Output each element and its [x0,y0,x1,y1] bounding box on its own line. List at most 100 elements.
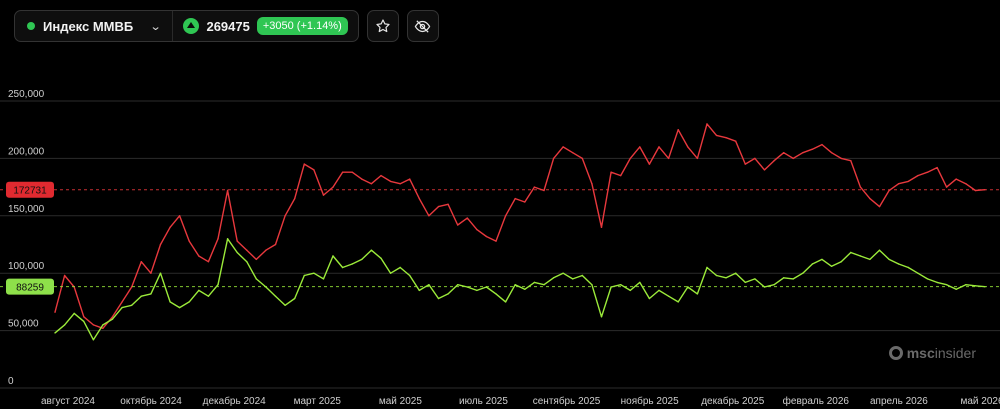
y-tick-label: 200,000 [8,146,45,157]
data-point [351,263,353,265]
series-line[interactable] [54,238,986,341]
x-tick-label: май 2026 [960,396,1000,407]
data-point [514,284,516,286]
data-point [389,272,392,274]
data-point [457,224,459,226]
msc-logo-icon [888,346,903,360]
y-tick-label: 100,000 [8,261,45,272]
data-point [437,205,440,208]
data-point [965,183,967,185]
last-value-label: 172731 [13,186,47,197]
data-point [965,284,967,286]
data-point [207,295,210,297]
data-point [696,293,699,295]
data-point [447,203,449,205]
data-point [169,301,171,303]
data-point [648,163,651,165]
data-point [274,295,277,297]
data-point [687,286,689,288]
data-point [735,140,737,142]
data-point [198,289,200,292]
data-point [984,189,986,191]
data-point [658,146,660,148]
data-point [303,274,305,277]
data-point [217,284,219,286]
series-line[interactable] [54,123,986,329]
data-point [763,286,766,288]
data-point [409,274,411,277]
data-point [715,134,718,137]
data-point [389,180,392,183]
data-point [735,272,737,274]
x-tick-label: август 2024 [41,396,95,407]
x-tick-label: сентябрь 2025 [533,395,601,407]
data-point [754,157,756,160]
data-point [926,278,929,280]
data-point [572,152,574,154]
data-point [303,163,305,165]
data-point [878,249,881,251]
data-point [840,261,842,263]
data-point [169,226,171,228]
data-point [706,123,708,125]
price-chart[interactable]: 0 50,000 100,000 150,000 200,000 250,000 авгус… [0,0,1000,409]
data-point [255,278,257,280]
data-point [783,152,785,154]
data-point [658,289,660,292]
data-point [313,169,315,171]
data-point [783,277,785,279]
data-point [159,272,162,274]
brand-prefix: msc [906,345,935,361]
data-point [572,278,574,280]
data-point [226,189,229,192]
x-tick-label: декабрь 2025 [701,395,765,407]
data-point [341,171,344,173]
data-point [284,304,286,306]
data-point [207,261,210,263]
data-point [150,272,152,274]
data-point [140,295,142,297]
data-point [620,284,622,286]
data-point [399,266,401,269]
data-point [121,301,123,303]
x-tick-label: апрель 2026 [870,396,928,407]
data-point [677,301,679,303]
data-point [504,215,507,217]
data-point [447,293,449,295]
data-point [821,143,823,146]
data-point [255,258,257,261]
data-point [543,189,545,192]
data-point [466,286,468,288]
data-point [476,289,478,292]
data-point [974,189,977,192]
last-value-label: 88259 [16,283,44,294]
data-point [552,277,555,279]
data-point [294,197,296,200]
data-point [926,171,929,173]
data-point [667,157,670,160]
data-point [274,243,277,246]
x-tick-label: март 2025 [294,396,342,407]
data-point [907,266,909,269]
data-point [111,318,114,320]
data-point [620,174,622,177]
data-point [63,274,66,277]
data-point [533,281,536,284]
data-point [466,217,468,219]
data-point [514,197,516,200]
data-point [284,215,286,217]
y-tick-label: 250,000 [8,89,45,100]
data-point [457,284,459,286]
data-point [677,129,679,131]
data-point [744,163,746,165]
data-point [888,258,890,261]
data-point [428,284,430,286]
data-point [725,137,727,139]
data-point [591,284,593,286]
data-point [361,178,363,180]
data-point [811,148,814,150]
data-point [533,186,536,188]
data-point [629,289,631,292]
data-point [485,286,488,288]
data-point [648,297,651,300]
